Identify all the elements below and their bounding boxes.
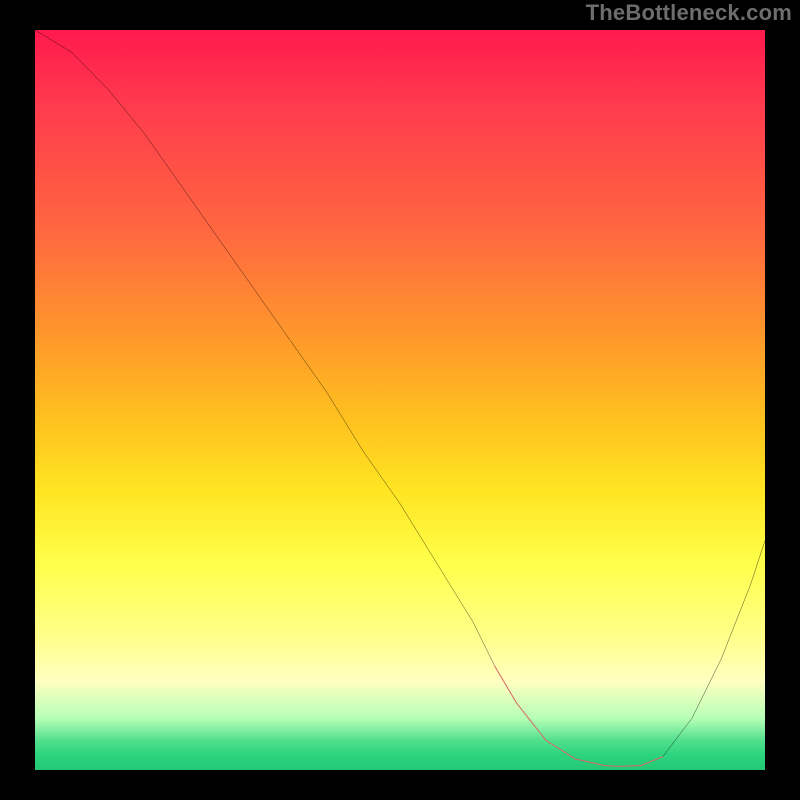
main-curve bbox=[35, 30, 765, 766]
flat-segment-highlight bbox=[495, 666, 663, 766]
watermark-text: TheBottleneck.com bbox=[586, 0, 792, 26]
plot-area bbox=[35, 30, 765, 770]
chart-frame: TheBottleneck.com bbox=[0, 0, 800, 800]
chart-svg bbox=[35, 30, 765, 770]
